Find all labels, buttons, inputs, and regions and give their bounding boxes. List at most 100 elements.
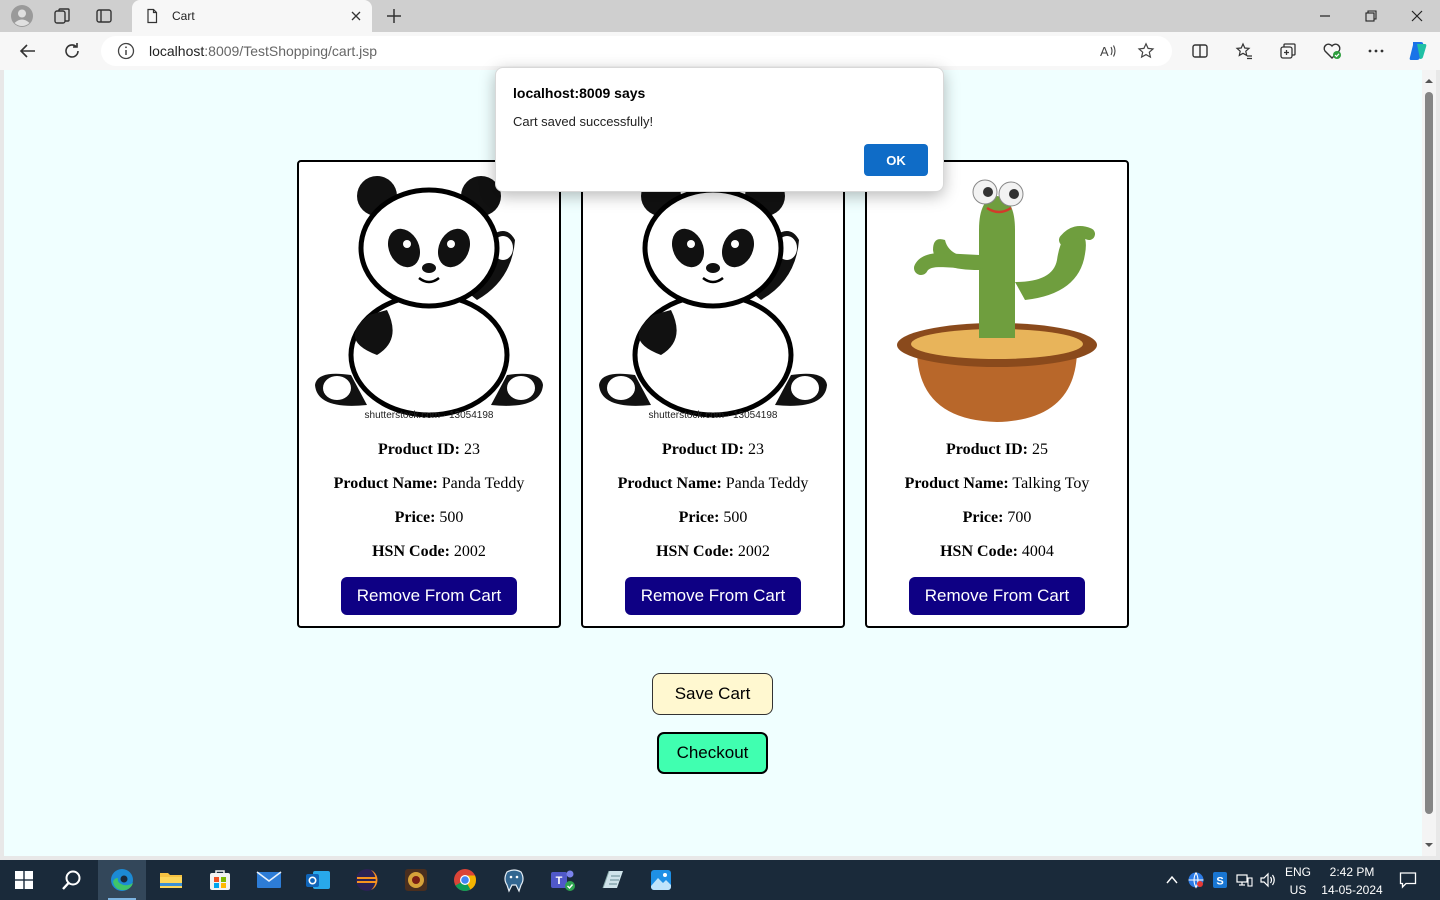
taskbar-pgadmin[interactable]: [490, 860, 538, 900]
save-cart-button[interactable]: Save Cart: [652, 673, 773, 715]
svg-text:T: T: [556, 875, 563, 887]
scrollbar-thumb[interactable]: [1425, 92, 1433, 814]
address-bar[interactable]: localhost:8009/TestShopping/cart.jsp A: [101, 36, 1172, 66]
alert-dialog: localhost:8009 says Cart saved successfu…: [495, 67, 944, 192]
taskbar-store[interactable]: [196, 860, 244, 900]
profile-icon[interactable]: [10, 4, 34, 28]
product-id: Product ID: 25: [946, 440, 1048, 460]
taskbar-chrome[interactable]: [441, 860, 489, 900]
site-info-icon[interactable]: [117, 42, 135, 60]
chrome-icon: [454, 869, 476, 891]
product-name: Product Name: Panda Teddy: [618, 474, 809, 494]
remove-from-cart-button[interactable]: Remove From Cart: [341, 577, 517, 615]
dialog-message: Cart saved successfully!: [513, 114, 654, 129]
product-id-value: 23: [463, 441, 480, 458]
product-id: Product ID: 23: [662, 440, 764, 460]
product-id: Product ID: 23: [378, 440, 480, 460]
security-app-icon[interactable]: S: [1210, 870, 1230, 890]
folder-icon: [160, 873, 182, 888]
photos-icon: [651, 870, 671, 890]
product-name-value: Panda Teddy: [441, 475, 525, 492]
browser-toolbar: localhost:8009/TestShopping/cart.jsp A: [0, 32, 1440, 70]
taskbar-mail[interactable]: [245, 860, 293, 900]
postgres-elephant-icon: [504, 869, 524, 893]
product-price: Price: 700: [963, 508, 1032, 528]
refresh-icon[interactable]: [60, 39, 84, 63]
hsn-label: HSN Code:: [940, 543, 1018, 560]
chevron-up-icon[interactable]: [1162, 870, 1182, 890]
restore-icon[interactable]: [1348, 0, 1394, 32]
remove-from-cart-button[interactable]: Remove From Cart: [909, 577, 1085, 615]
close-window-icon[interactable]: [1394, 0, 1440, 32]
hsn-value: 4004: [1021, 543, 1054, 560]
store-icon: [210, 870, 230, 890]
checkout-button[interactable]: Checkout: [657, 732, 768, 774]
split-screen-icon[interactable]: [1188, 39, 1212, 63]
taskbar-notes-app[interactable]: [588, 860, 636, 900]
scroll-down-arrow-icon[interactable]: [1424, 840, 1434, 850]
product-id-label: Product ID:: [946, 441, 1028, 458]
notes-app-icon: [602, 870, 623, 889]
browser-essentials-icon[interactable]: [1320, 39, 1344, 63]
svg-text:A: A: [1100, 44, 1109, 59]
copilot-icon[interactable]: [1406, 39, 1430, 63]
taskbar-file-explorer[interactable]: [147, 860, 195, 900]
svg-text:S: S: [1216, 876, 1223, 888]
taskbar-game-app[interactable]: [392, 860, 440, 900]
taskbar-edge[interactable]: [98, 860, 146, 900]
taskbar-teams[interactable]: T: [539, 860, 587, 900]
taskbar-photos[interactable]: [637, 860, 685, 900]
taskbar-outlook[interactable]: [294, 860, 342, 900]
eclipse-icon: [356, 869, 378, 891]
game-app-icon: [405, 869, 427, 891]
product-price: Price: 500: [679, 508, 748, 528]
ok-button[interactable]: OK: [864, 144, 928, 176]
region-code: US: [1289, 883, 1307, 897]
network-icon[interactable]: [1234, 870, 1254, 890]
vertical-scrollbar[interactable]: [1422, 70, 1436, 856]
close-tab-icon[interactable]: [346, 6, 366, 26]
favorites-icon[interactable]: [1232, 39, 1256, 63]
window-edge: [1436, 70, 1440, 856]
new-tab-icon[interactable]: [382, 4, 406, 28]
teams-icon: T: [551, 870, 575, 891]
language-code: ENG: [1284, 865, 1311, 879]
browser-tab-cart[interactable]: Cart: [132, 0, 372, 32]
price-value: 500: [723, 509, 748, 526]
product-hsn: HSN Code: 4004: [940, 542, 1054, 562]
product-name: Product Name: Talking Toy: [905, 474, 1090, 494]
panda-teddy-image: shutterstock.com · 13054198: [307, 170, 551, 422]
image-caption: shutterstock.com · 13054198: [365, 410, 494, 421]
price-label: Price:: [394, 509, 436, 526]
remove-from-cart-button[interactable]: Remove From Cart: [625, 577, 801, 615]
panda-teddy-image: shutterstock.com · 13054198: [591, 170, 835, 422]
price-label: Price:: [678, 509, 720, 526]
search-taskbar-button[interactable]: [48, 860, 96, 900]
collections-icon[interactable]: [1276, 39, 1300, 63]
taskbar-eclipse[interactable]: [343, 860, 391, 900]
minimize-icon[interactable]: [1302, 0, 1348, 32]
volume-icon[interactable]: [1258, 870, 1278, 890]
product-name-label: Product Name:: [617, 475, 722, 492]
more-menu-icon[interactable]: [1364, 39, 1388, 63]
vpn-globe-icon[interactable]: [1186, 870, 1206, 890]
language-indicator[interactable]: ENG US: [1280, 863, 1316, 899]
hsn-value: 2002: [453, 543, 486, 560]
product-name-label: Product Name:: [904, 475, 1009, 492]
workspaces-icon[interactable]: [50, 4, 74, 28]
hsn-label: HSN Code:: [372, 543, 450, 560]
url-path: :8009/TestShopping/cart.jsp: [204, 43, 378, 59]
back-icon[interactable]: [16, 39, 40, 63]
favorite-star-icon[interactable]: [1134, 39, 1158, 63]
product-price: Price: 500: [395, 508, 464, 528]
clock[interactable]: 2:42 PM 14-05-2024: [1318, 863, 1386, 899]
url-text[interactable]: localhost:8009/TestShopping/cart.jsp: [149, 43, 1096, 59]
price-value: 700: [1007, 509, 1032, 526]
scroll-up-arrow-icon[interactable]: [1424, 76, 1434, 86]
tab-actions-icon[interactable]: [92, 4, 116, 28]
product-name-value: Panda Teddy: [725, 475, 809, 492]
product-name-label: Product Name:: [333, 475, 438, 492]
notifications-icon[interactable]: [1398, 870, 1418, 890]
start-button[interactable]: [0, 860, 48, 900]
read-aloud-icon[interactable]: A: [1096, 39, 1120, 63]
